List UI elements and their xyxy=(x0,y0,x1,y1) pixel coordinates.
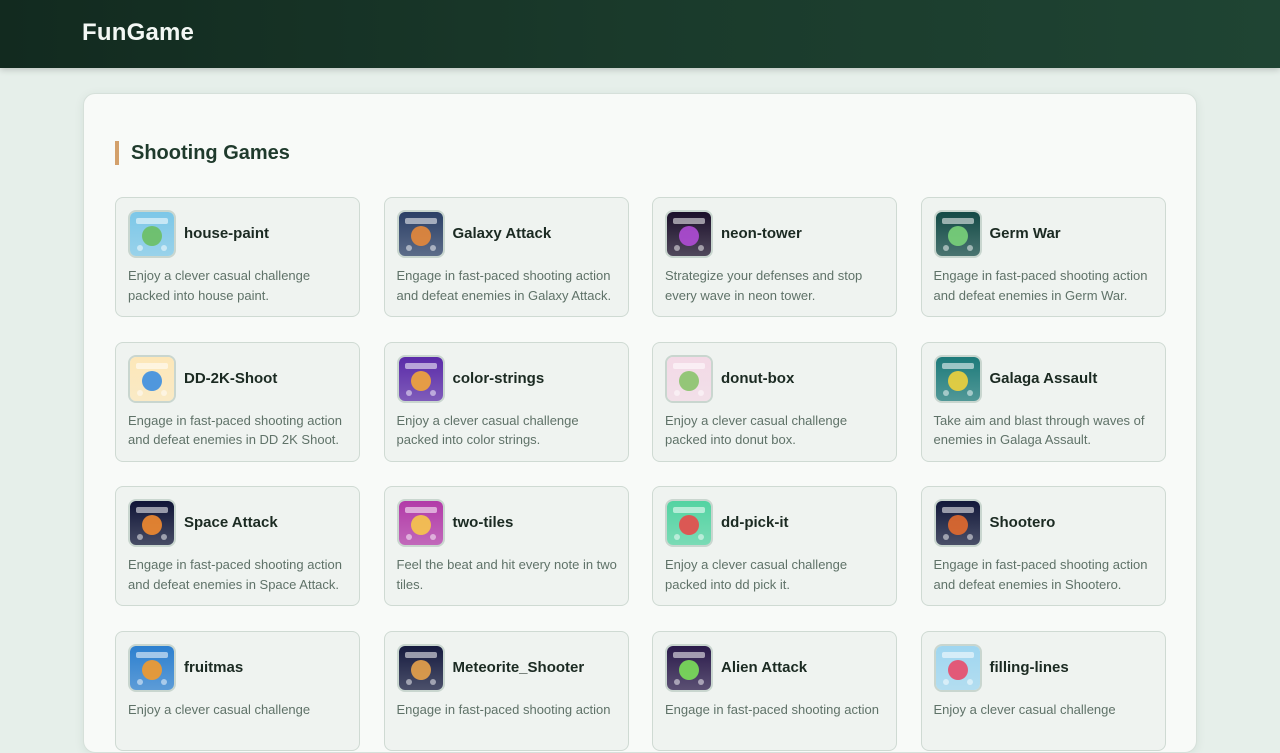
game-description: Enjoy a clever casual challenge packed i… xyxy=(128,268,311,303)
game-card[interactable]: two-tiles Feel the beat and hit every not… xyxy=(383,486,629,606)
section-title: Shooting Games xyxy=(115,141,290,165)
game-card[interactable]: Germ War Engage in fast-paced shooting ac… xyxy=(920,197,1166,317)
game-description: Strategize your defenses and stop every … xyxy=(665,268,863,303)
game-card[interactable]: neon-tower Strategize your defenses and s… xyxy=(652,197,897,317)
game-description: Enjoy a clever casual challenge packed i… xyxy=(396,412,579,448)
game-title[interactable]: two-tiles xyxy=(453,514,514,531)
game-card[interactable]: Galaxy Attack Engage in fast-paced shooti… xyxy=(383,197,629,317)
game-description: Enjoy a clever casual challenge xyxy=(128,701,311,717)
game-description: Engage in fast-paced shooting action xyxy=(665,701,879,717)
dd-pick-it-thumbnail[interactable] xyxy=(665,499,713,547)
game-description: Enjoy a clever casual challenge packed i… xyxy=(665,412,848,448)
color-strings-thumbnail[interactable] xyxy=(396,354,445,403)
game-card[interactable]: DD-2K-Shoot Engage in fast-paced shooting… xyxy=(115,341,360,462)
galaga-assault-thumbnail[interactable] xyxy=(933,354,982,403)
game-card[interactable]: dd-pick-it Enjoy a clever casual challeng… xyxy=(652,486,897,606)
game-card[interactable]: Space Attack Engage in fast-paced shootin… xyxy=(115,486,360,606)
game-title[interactable]: Meteorite_Shooter xyxy=(453,659,585,676)
game-card[interactable]: Alien Attack Engage in fast-paced shootin… xyxy=(652,630,897,751)
game-title[interactable]: fruitmas xyxy=(184,659,243,676)
game-card[interactable]: Meteorite_Shooter Engage in fast-paced sh… xyxy=(383,630,629,751)
game-title[interactable]: color-strings xyxy=(453,370,545,387)
game-card[interactable]: donut-box Enjoy a clever casual challenge… xyxy=(652,341,897,462)
game-title[interactable]: donut-box xyxy=(721,370,794,387)
game-description: Enjoy a clever casual challenge packed i… xyxy=(665,557,848,592)
game-description: Engage in fast-paced shooting action and… xyxy=(396,268,612,303)
filling-lines-thumbnail[interactable] xyxy=(933,643,982,692)
neon-tower-thumbnail[interactable] xyxy=(665,210,713,258)
game-card[interactable]: fruitmas Enjoy a clever casual challenge xyxy=(115,630,360,751)
germ-war-thumbnail[interactable] xyxy=(933,210,982,258)
game-description: Enjoy a clever casual challenge xyxy=(933,701,1116,717)
game-title[interactable]: Galaga Assault xyxy=(990,370,1098,387)
game-description: Engage in fast-paced shooting action xyxy=(396,701,611,717)
house-paint-thumbnail[interactable] xyxy=(128,210,176,258)
game-title[interactable]: Galaxy Attack xyxy=(453,225,552,242)
game-title[interactable]: Shootero xyxy=(990,514,1056,531)
game-grid: house-paint Enjoy a clever casual challen… xyxy=(115,197,1166,751)
game-description: Take aim and blast through waves of enem… xyxy=(933,412,1145,448)
game-title[interactable]: Space Attack xyxy=(184,514,278,531)
game-title[interactable]: DD-2K-Shoot xyxy=(184,370,277,387)
dd-2k-shoot-thumbnail[interactable] xyxy=(128,354,176,403)
donut-box-thumbnail[interactable] xyxy=(665,354,713,403)
site-header: FunGame xyxy=(0,0,1280,68)
game-title[interactable]: Alien Attack xyxy=(721,659,807,676)
game-description: Engage in fast-paced shooting action and… xyxy=(933,268,1148,303)
space-attack-thumbnail[interactable] xyxy=(128,499,176,547)
game-title[interactable]: house-paint xyxy=(184,225,269,242)
galaxy-attack-thumbnail[interactable] xyxy=(396,210,445,258)
game-card[interactable]: Galaga Assault Take aim and blast through… xyxy=(920,341,1166,462)
game-title[interactable]: neon-tower xyxy=(721,225,802,242)
game-card[interactable]: Shootero Engage in fast-paced shooting ac… xyxy=(920,486,1166,606)
site-logo[interactable]: FunGame xyxy=(82,19,194,47)
game-title[interactable]: dd-pick-it xyxy=(721,514,789,531)
two-tiles-thumbnail[interactable] xyxy=(396,499,445,547)
game-title[interactable]: filling-lines xyxy=(990,659,1069,676)
game-card[interactable]: filling-lines Enjoy a clever casual chall… xyxy=(920,630,1166,751)
game-card[interactable]: house-paint Enjoy a clever casual challen… xyxy=(115,197,360,317)
alien-attack-thumbnail[interactable] xyxy=(665,643,713,692)
fruitmas-thumbnail[interactable] xyxy=(128,643,176,692)
game-description: Engage in fast-paced shooting action and… xyxy=(933,557,1148,592)
game-description: Engage in fast-paced shooting action and… xyxy=(128,557,342,592)
game-description: Feel the beat and hit every note in two … xyxy=(396,557,617,592)
shootero-thumbnail[interactable] xyxy=(933,499,982,547)
game-card[interactable]: color-strings Enjoy a clever casual chall… xyxy=(383,341,629,462)
game-description: Engage in fast-paced shooting action and… xyxy=(128,412,342,448)
game-title[interactable]: Germ War xyxy=(990,225,1061,242)
meteorite-shooter-thumbnail[interactable] xyxy=(396,643,445,692)
